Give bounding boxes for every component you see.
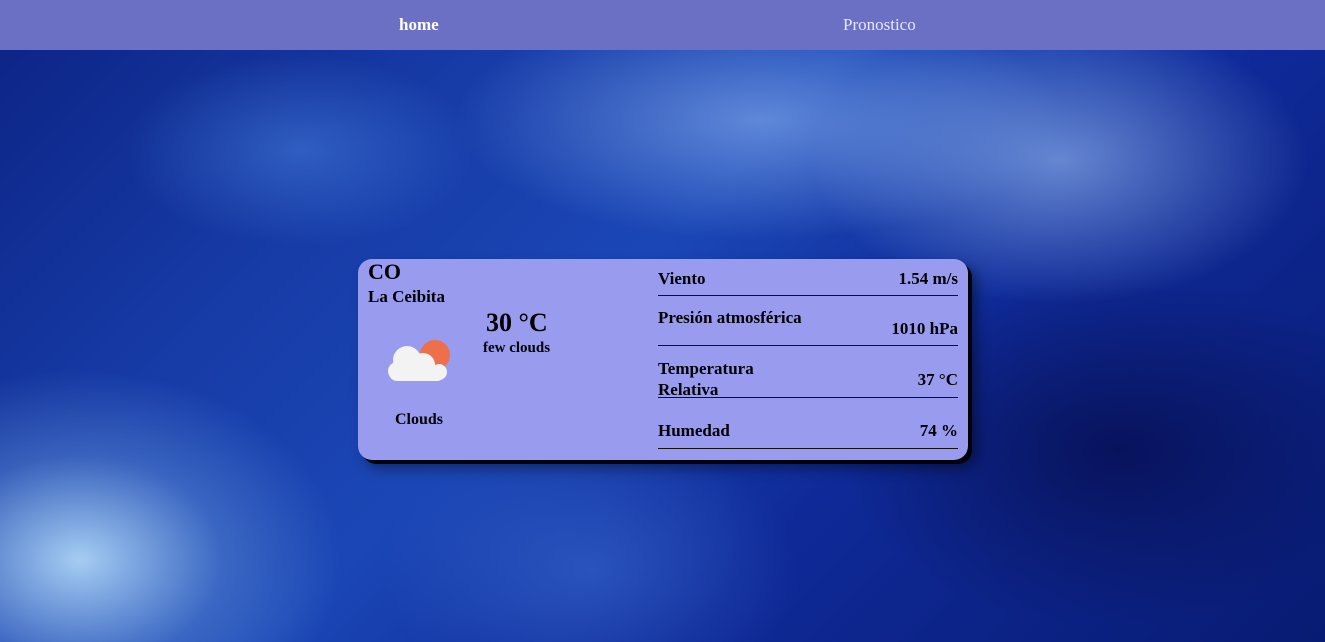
pressure-value: 1010 hPa: [891, 319, 958, 338]
city-name: La Ceibita: [368, 287, 445, 306]
relative-temperature-value: 37 °C: [917, 370, 958, 389]
wind-metric-row: Viento 1.54 m/s: [658, 268, 958, 296]
top-navbar: home Pronostico: [0, 0, 1325, 50]
humidity-metric-row: Humedad 74 %: [658, 420, 958, 449]
weather-condition: Clouds: [395, 411, 444, 428]
weather-card: CO La Ceibita Clouds 30 °C few clouds Vi…: [358, 259, 968, 460]
relative-temperature-metric-row: Temperatura Relativa 37 °C: [658, 358, 958, 399]
humidity-value: 74 %: [919, 421, 958, 440]
home-nav-link[interactable]: home: [399, 15, 439, 35]
wind-label: Viento: [658, 269, 706, 288]
pressure-label: Presión atmosférica: [658, 308, 802, 327]
country-code: CO: [368, 259, 401, 284]
relative-temperature-label: Temperatura Relativa: [658, 359, 754, 399]
pressure-metric-row: Presión atmosférica 1010 hPa: [658, 307, 958, 346]
humidity-label: Humedad: [658, 421, 730, 440]
wind-value: 1.54 m/s: [898, 269, 959, 288]
weather-page: { "nav": { "home_label": "home", "foreca…: [0, 0, 1325, 642]
cloud-sun-icon: [388, 340, 450, 381]
forecast-nav-link[interactable]: Pronostico: [843, 15, 916, 35]
weather-description: few clouds: [483, 340, 551, 356]
current-temperature: 30 °C: [486, 308, 548, 337]
